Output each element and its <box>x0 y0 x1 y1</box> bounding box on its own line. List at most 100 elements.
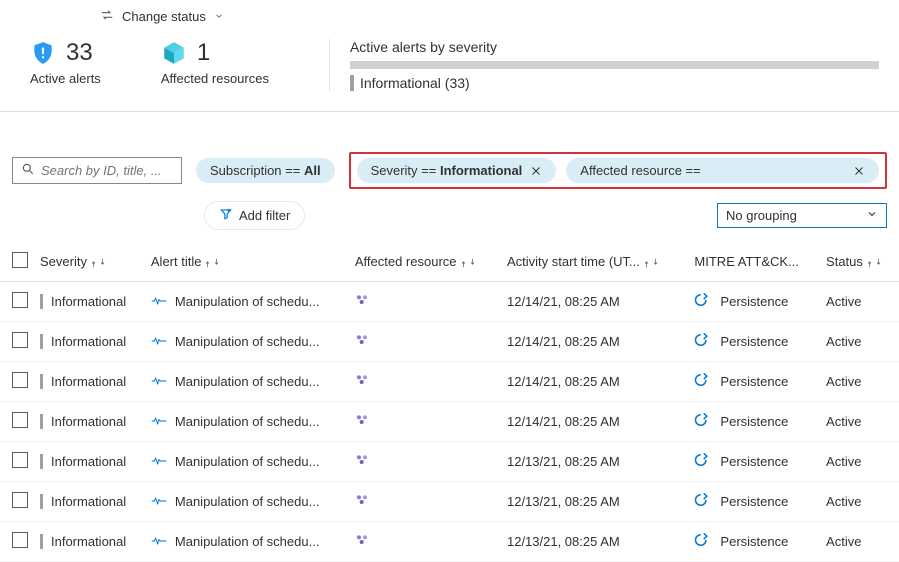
row-checkbox[interactable] <box>0 362 34 402</box>
persistence-icon <box>694 452 712 471</box>
severity-filter-pill[interactable]: Severity == Informational <box>357 158 557 183</box>
table-row[interactable]: Informational Manipulation of schedu... … <box>0 482 899 522</box>
row-checkbox[interactable] <box>0 402 34 442</box>
row-checkbox[interactable] <box>0 522 34 562</box>
alert-title-text: Manipulation of schedu... <box>175 414 320 429</box>
resource-icon <box>355 415 371 430</box>
table-row[interactable]: Informational Manipulation of schedu... … <box>0 322 899 362</box>
shield-icon <box>30 40 56 66</box>
alert-title-text: Manipulation of schedu... <box>175 534 320 549</box>
change-status-button[interactable]: Change status <box>122 9 206 24</box>
table-row[interactable]: Informational Manipulation of schedu... … <box>0 442 899 482</box>
active-alerts-count: 33 <box>66 39 93 67</box>
filter-plus-icon <box>219 207 233 224</box>
affected-resource-cell <box>349 322 501 362</box>
table-row[interactable]: Informational Manipulation of schedu... … <box>0 362 899 402</box>
alert-title-cell: Manipulation of schedu... <box>145 402 349 442</box>
activity-icon <box>151 454 167 469</box>
severity-cell: Informational <box>34 362 145 402</box>
alert-title-text: Manipulation of schedu... <box>175 374 320 389</box>
resource-icon <box>355 375 371 390</box>
affected-resource-cell <box>349 522 501 562</box>
resource-icon <box>355 295 371 310</box>
resource-icon <box>355 455 371 470</box>
alert-title-text: Manipulation of schedu... <box>175 294 320 309</box>
severity-cell: Informational <box>34 282 145 322</box>
table-row[interactable]: Informational Manipulation of schedu... … <box>0 402 899 442</box>
row-checkbox[interactable] <box>0 442 34 482</box>
severity-cell: Informational <box>34 442 145 482</box>
row-checkbox[interactable] <box>0 482 34 522</box>
search-icon <box>21 162 35 179</box>
close-icon[interactable] <box>530 165 542 177</box>
status-cell: Active <box>820 402 899 442</box>
severity-bar <box>350 61 879 69</box>
alert-title-text: Manipulation of schedu... <box>175 494 320 509</box>
affected-label: Affected resources <box>161 71 269 86</box>
row-checkbox[interactable] <box>0 322 34 362</box>
mitre-cell: Persistence <box>688 522 820 562</box>
add-filter-button[interactable]: Add filter <box>204 201 305 230</box>
mitre-cell: Persistence <box>688 282 820 322</box>
header-mitre[interactable]: MITRE ATT&CK... <box>688 242 820 282</box>
close-icon[interactable] <box>853 165 865 177</box>
header-severity[interactable]: Severity <box>34 242 145 282</box>
status-cell: Active <box>820 442 899 482</box>
severity-value: Informational <box>40 374 139 389</box>
severity-value: Informational <box>40 454 139 469</box>
search-input[interactable] <box>12 157 182 184</box>
activity-time-cell: 12/13/21, 08:25 AM <box>501 482 688 522</box>
table-row[interactable]: Informational Manipulation of schedu... … <box>0 282 899 322</box>
severity-value: Informational <box>40 294 139 309</box>
header-status[interactable]: Status <box>820 242 899 282</box>
status-cell: Active <box>820 482 899 522</box>
header-checkbox[interactable] <box>0 242 34 282</box>
activity-time-cell: 12/13/21, 08:25 AM <box>501 442 688 482</box>
swap-icon <box>100 8 114 25</box>
mitre-cell: Persistence <box>688 402 820 442</box>
sub-prefix: Subscription == <box>210 163 304 178</box>
mitre-text: Persistence <box>720 294 788 309</box>
header-affected-resource[interactable]: Affected resource <box>349 242 501 282</box>
subscription-filter-pill[interactable]: Subscription == All <box>196 158 335 183</box>
resource-icon <box>355 335 371 350</box>
resource-icon <box>355 495 371 510</box>
sort-icon <box>91 258 108 268</box>
activity-time-cell: 12/14/21, 08:25 AM <box>501 402 688 442</box>
search-field[interactable] <box>41 163 173 178</box>
severity-cell: Informational <box>34 522 145 562</box>
sort-icon <box>461 258 478 268</box>
header-activity-start[interactable]: Activity start time (UT... <box>501 242 688 282</box>
activity-icon <box>151 294 167 309</box>
header-alert-title[interactable]: Alert title <box>145 242 349 282</box>
sort-icon <box>644 258 661 268</box>
active-alerts-label: Active alerts <box>30 71 101 86</box>
mitre-text: Persistence <box>720 374 788 389</box>
mitre-text: Persistence <box>720 334 788 349</box>
top-toolbar: Change status <box>0 0 899 29</box>
alert-title-cell: Manipulation of schedu... <box>145 442 349 482</box>
alert-title-cell: Manipulation of schedu... <box>145 322 349 362</box>
status-cell: Active <box>820 522 899 562</box>
severity-cell: Informational <box>34 322 145 362</box>
resource-icon <box>355 535 371 550</box>
affected-filter-pill[interactable]: Affected resource == <box>566 158 879 183</box>
persistence-icon <box>694 372 712 391</box>
row-checkbox[interactable] <box>0 282 34 322</box>
affected-resource-cell <box>349 282 501 322</box>
severity-chip-icon <box>350 75 354 91</box>
persistence-icon <box>694 292 712 311</box>
mitre-text: Persistence <box>720 454 788 469</box>
sort-icon <box>867 258 884 268</box>
severity-cell: Informational <box>34 482 145 522</box>
filter-bar: Subscription == All Severity == Informat… <box>0 112 899 197</box>
summary-bar: 33 Active alerts 1 Affected resources Ac… <box>0 29 899 112</box>
grouping-dropdown[interactable]: No grouping <box>717 203 887 228</box>
alert-title-cell: Manipulation of schedu... <box>145 482 349 522</box>
chevron-down-icon <box>866 208 878 223</box>
activity-icon <box>151 414 167 429</box>
chevron-down-icon <box>214 9 224 24</box>
affected-resource-cell <box>349 442 501 482</box>
mitre-text: Persistence <box>720 414 788 429</box>
table-row[interactable]: Informational Manipulation of schedu... … <box>0 522 899 562</box>
